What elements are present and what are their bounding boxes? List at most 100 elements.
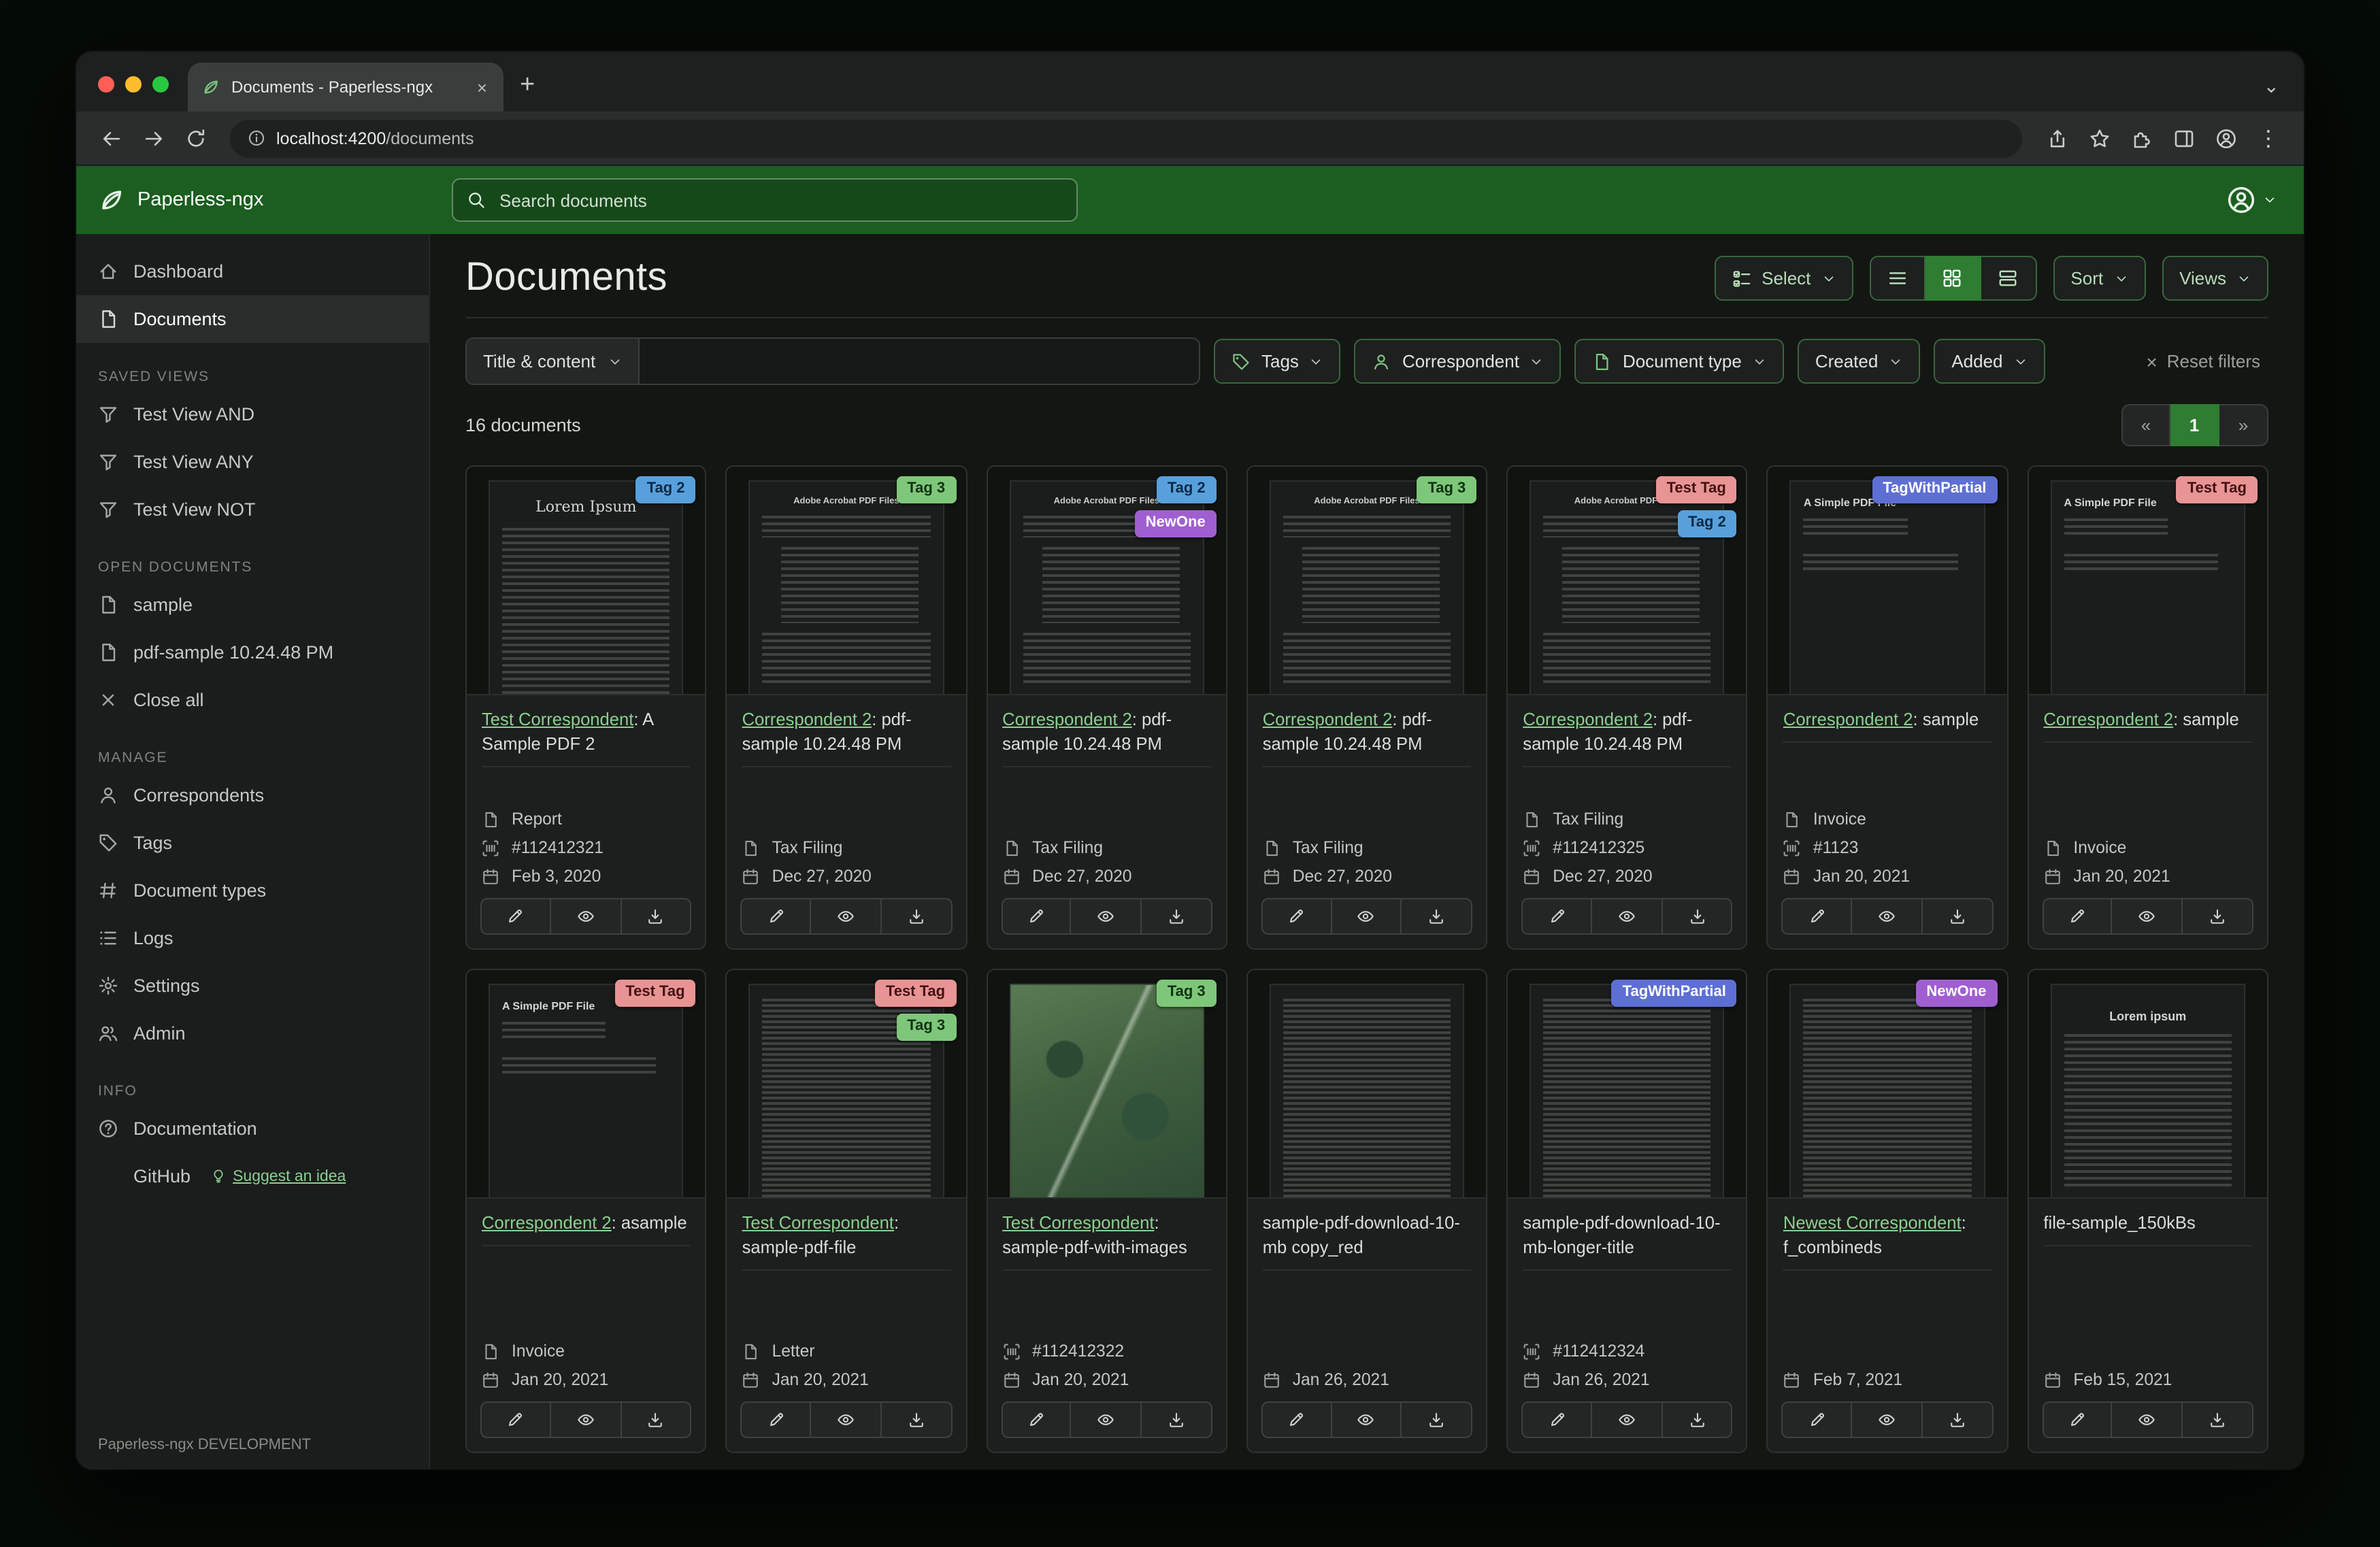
filter-document-type-button[interactable]: Document type xyxy=(1574,339,1784,384)
tag-badge[interactable]: TagWithPartial xyxy=(1872,476,1998,503)
sidebar-item-correspondents[interactable]: Correspondents xyxy=(76,771,429,819)
document-title[interactable]: Correspondent 2: pdf-sample 10.24.48 PM xyxy=(1002,708,1211,767)
edit-document-button[interactable] xyxy=(1521,1401,1592,1438)
select-button[interactable]: Select xyxy=(1714,256,1853,301)
edit-document-button[interactable] xyxy=(740,898,812,935)
sidebar-item-test-view-not[interactable]: Test View NOT xyxy=(76,486,429,533)
tag-badge[interactable]: TagWithPartial xyxy=(1611,980,1737,1007)
preview-document-button[interactable] xyxy=(1591,898,1663,935)
document-card[interactable]: Adobe Acrobat PDF Files Tag 2 NewOne Corres… xyxy=(986,465,1227,950)
user-menu[interactable] xyxy=(2226,185,2282,215)
address-bar[interactable]: localhost:4200/documents xyxy=(230,119,2022,157)
tag-badge[interactable]: Tag 3 xyxy=(1156,980,1217,1007)
tag-badge[interactable]: Tag 3 xyxy=(1417,476,1477,503)
document-title[interactable]: Test Correspondent: sample-pdf-with-imag… xyxy=(1002,1211,1211,1271)
tab-list-chevron-icon[interactable]: ⌄ xyxy=(2239,75,2304,112)
window-close-button[interactable] xyxy=(98,76,114,93)
document-thumbnail[interactable]: A Simple PDF File Test Tag xyxy=(467,970,706,1199)
document-title[interactable]: sample-pdf-download-10-mb-longer-title xyxy=(1523,1211,1732,1271)
correspondent-link[interactable]: Correspondent 2 xyxy=(482,1212,612,1233)
download-document-button[interactable] xyxy=(1402,1401,1473,1438)
document-card[interactable]: Test Tag Tag 3 Test Correspondent: sample-… xyxy=(725,969,968,1453)
grid-view-button[interactable] xyxy=(1925,256,1981,301)
document-thumbnail[interactable]: A Simple PDF File Test Tag xyxy=(2028,467,2267,695)
extensions-icon[interactable] xyxy=(2123,120,2160,156)
document-title[interactable]: Correspondent 2: asample xyxy=(482,1211,691,1246)
download-document-button[interactable] xyxy=(1662,1401,1733,1438)
search-input[interactable] xyxy=(497,188,1063,212)
sidebar-item-tags[interactable]: Tags xyxy=(76,819,429,867)
bookmark-star-icon[interactable] xyxy=(2081,120,2117,156)
site-info-icon[interactable] xyxy=(248,129,265,147)
kebab-menu-icon[interactable]: ⋮ xyxy=(2249,124,2287,152)
search-field-selector[interactable]: Title & content xyxy=(467,339,640,384)
document-card[interactable]: NewOne Newest Correspondent: f_combineds F… xyxy=(1766,969,2009,1453)
browser-tab[interactable]: Documents - Paperless-ngx × xyxy=(188,63,503,112)
correspondent-link[interactable]: Test Correspondent xyxy=(1002,1212,1154,1233)
document-card[interactable]: A Simple PDF File TagWithPartial Correspon… xyxy=(1766,465,2009,950)
document-thumbnail[interactable]: Adobe Acrobat PDF Files Tag 2 NewOne xyxy=(987,467,1226,695)
sidebar-item-pdf-sample-10-24-48-pm[interactable]: pdf-sample 10.24.48 PM xyxy=(76,629,429,676)
list-view-button[interactable] xyxy=(1869,256,1926,301)
document-title[interactable]: Correspondent 2: sample xyxy=(2043,708,2252,743)
filter-correspondent-button[interactable]: Correspondent xyxy=(1354,339,1561,384)
document-thumbnail[interactable]: Lorem ipsum xyxy=(2028,970,2267,1199)
edit-document-button[interactable] xyxy=(1001,898,1072,935)
sidebar-item-documentation[interactable]: Documentation xyxy=(76,1105,429,1152)
download-document-button[interactable] xyxy=(1922,1401,1994,1438)
document-thumbnail[interactable]: Tag 3 xyxy=(987,970,1226,1199)
document-card[interactable]: Adobe Acrobat PDF Files Tag 3 Corresponden… xyxy=(725,465,968,950)
document-thumbnail[interactable]: Adobe Acrobat PDF Files Tag 3 xyxy=(1247,467,1487,695)
document-thumbnail[interactable]: Adobe Acrobat PDF Files Tag 3 xyxy=(727,467,966,695)
document-title[interactable]: file-sample_150kBs xyxy=(2043,1211,2252,1246)
download-document-button[interactable] xyxy=(2183,1401,2253,1438)
sidebar-item-close-all[interactable]: Close all xyxy=(76,676,429,724)
side-panel-icon[interactable] xyxy=(2165,120,2202,156)
document-card[interactable]: Adobe Acrobat PDF Files Test Tag Tag 2 Corr… xyxy=(1506,465,1748,950)
document-title[interactable]: Test Correspondent: sample-pdf-file xyxy=(742,1211,951,1271)
document-card[interactable]: Lorem Ipsum Tag 2 Test Correspondent: A Sa… xyxy=(465,465,707,950)
download-document-button[interactable] xyxy=(1142,898,1212,935)
document-thumbnail[interactable]: TagWithPartial xyxy=(1508,970,1747,1199)
edit-document-button[interactable] xyxy=(480,1401,551,1438)
reload-icon[interactable] xyxy=(177,120,214,156)
correspondent-link[interactable]: Correspondent 2 xyxy=(1783,709,1913,729)
edit-document-button[interactable] xyxy=(1261,1401,1332,1438)
sidebar-item-test-view-and[interactable]: Test View AND xyxy=(76,390,429,438)
preview-document-button[interactable] xyxy=(1332,1401,1402,1438)
card-view-button[interactable] xyxy=(1981,256,2037,301)
correspondent-link[interactable]: Test Correspondent xyxy=(742,1212,894,1233)
sidebar-item-document-types[interactable]: Document types xyxy=(76,867,429,914)
tag-badge[interactable]: Tag 2 xyxy=(1156,476,1217,503)
document-card[interactable]: TagWithPartial sample-pdf-download-10-mb-… xyxy=(1506,969,1748,1453)
filter-created-button[interactable]: Created xyxy=(1797,339,1921,384)
document-card[interactable]: A Simple PDF File Test Tag Correspondent 2… xyxy=(465,969,707,1453)
document-thumbnail[interactable]: A Simple PDF File TagWithPartial xyxy=(1768,467,2007,695)
preview-document-button[interactable] xyxy=(1852,1401,1923,1438)
document-card[interactable]: Tag 3 Test Correspondent: sample-pdf-with… xyxy=(986,969,1227,1453)
preview-document-button[interactable] xyxy=(550,1401,622,1438)
preview-document-button[interactable] xyxy=(2112,1401,2183,1438)
download-document-button[interactable] xyxy=(2183,898,2253,935)
document-thumbnail[interactable]: NewOne xyxy=(1768,970,2007,1199)
preview-document-button[interactable] xyxy=(811,898,882,935)
preview-document-button[interactable] xyxy=(811,1401,882,1438)
download-document-button[interactable] xyxy=(621,1401,692,1438)
sidebar-item-github[interactable]: GitHub Suggest an idea xyxy=(76,1152,429,1200)
document-title[interactable]: Correspondent 2: pdf-sample 10.24.48 PM xyxy=(1262,708,1472,767)
document-title[interactable]: Correspondent 2: pdf-sample 10.24.48 PM xyxy=(1523,708,1732,767)
download-document-button[interactable] xyxy=(621,898,692,935)
sort-button[interactable]: Sort xyxy=(2053,256,2146,301)
window-minimize-button[interactable] xyxy=(125,76,142,93)
edit-document-button[interactable] xyxy=(740,1401,812,1438)
title-content-input[interactable] xyxy=(639,339,1199,384)
tab-close-icon[interactable]: × xyxy=(474,77,490,97)
browser-profile-icon[interactable] xyxy=(2207,120,2244,156)
document-thumbnail[interactable]: Lorem Ipsum Tag 2 xyxy=(467,467,706,695)
correspondent-link[interactable]: Correspondent 2 xyxy=(1263,709,1393,729)
download-document-button[interactable] xyxy=(881,898,953,935)
correspondent-link[interactable]: Correspondent 2 xyxy=(742,709,872,729)
pagination-prev-button[interactable]: « xyxy=(2121,404,2170,446)
edit-document-button[interactable] xyxy=(1781,1401,1853,1438)
document-title[interactable]: Correspondent 2: sample xyxy=(1783,708,1992,743)
